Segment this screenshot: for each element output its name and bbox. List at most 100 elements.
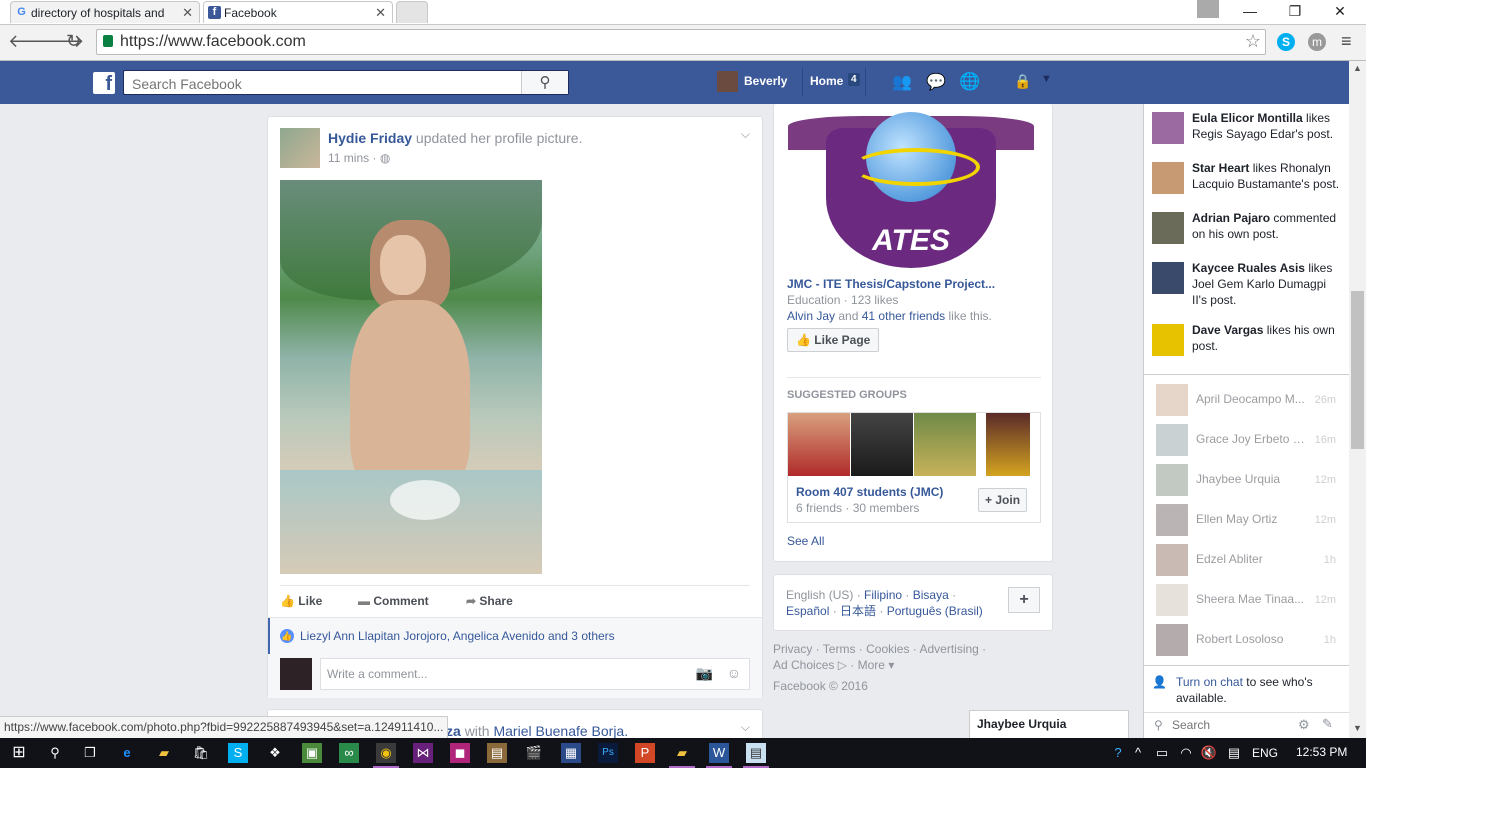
scroll-thumb[interactable] xyxy=(1351,291,1364,449)
minimize-icon[interactable]: — xyxy=(1227,0,1273,24)
footer-links[interactable]: Privacy · Terms · Cookies · Advertising … xyxy=(773,641,1053,657)
chat-contact[interactable]: Sheera Mae Tinaa... 12m xyxy=(1152,582,1342,618)
post-options-chevron-icon[interactable]: ⌵ xyxy=(741,127,750,142)
more-link[interactable]: More xyxy=(858,658,885,672)
scroll-down-icon[interactable]: ▼ xyxy=(1353,723,1362,733)
chrome-icon[interactable]: ◉ xyxy=(376,743,396,763)
privacy-lock-icon[interactable]: 🔒 xyxy=(1014,73,1031,90)
search-input[interactable] xyxy=(130,75,524,93)
compose-icon[interactable]: ✎ xyxy=(1322,716,1333,732)
photoshop-icon[interactable]: Ps xyxy=(598,743,618,763)
chat-tab[interactable]: Jhaybee Urquia xyxy=(969,710,1129,738)
store-icon[interactable]: 🛍 xyxy=(191,743,211,763)
chat-contact[interactable]: Grace Joy Erbeto S... 16m xyxy=(1152,422,1342,458)
language-option[interactable]: Português (Brasil) xyxy=(887,604,983,618)
app-icon[interactable]: ◼ xyxy=(450,743,470,763)
chat-contact[interactable]: Jhaybee Urquia 12m xyxy=(1152,462,1342,498)
url-input[interactable]: https://www.facebook.com ☆ xyxy=(96,29,1266,55)
group-name-link[interactable]: Room 407 students (JMC) xyxy=(796,485,943,499)
like-page-button[interactable]: 👍 Like Page xyxy=(787,328,880,352)
post-timestamp[interactable]: 11 mins xyxy=(328,151,369,165)
messages-icon[interactable]: 💬 xyxy=(926,72,946,92)
tab-google-search[interactable]: G directory of hospitals and ✕ xyxy=(10,1,200,23)
chevron-up-icon[interactable]: ^ xyxy=(1128,743,1148,763)
friend-link[interactable]: Alvin Jay xyxy=(787,309,835,323)
add-language-button[interactable]: + xyxy=(1008,587,1040,613)
close-icon[interactable]: ✕ xyxy=(375,2,386,23)
chat-contact[interactable]: Edzel Abliter 1h xyxy=(1152,542,1342,578)
wifi-icon[interactable]: ◠ xyxy=(1176,743,1196,763)
gear-icon[interactable]: ⚙ xyxy=(1298,717,1310,733)
edge-icon[interactable]: e xyxy=(117,743,137,763)
chat-contact[interactable]: Robert Losoloso 1h xyxy=(1152,622,1342,658)
window-close-icon[interactable]: ✕ xyxy=(1317,0,1363,24)
camera-icon[interactable]: 📷 xyxy=(696,665,713,682)
input-language[interactable]: ENG xyxy=(1252,746,1278,760)
extension-icon[interactable]: m xyxy=(1308,33,1326,51)
clock[interactable]: 12:53 PM xyxy=(1296,745,1347,759)
tripadvisor-icon[interactable]: ∞ xyxy=(339,743,359,763)
word-icon[interactable]: W xyxy=(709,743,729,763)
join-group-button[interactable]: + Join xyxy=(978,488,1028,512)
language-option[interactable]: 日本語 xyxy=(840,604,876,618)
movies-icon[interactable]: 🎬 xyxy=(524,743,544,763)
facebook-search[interactable]: ⚲ xyxy=(123,70,569,95)
bookmark-star-icon[interactable]: ☆ xyxy=(1245,31,1261,52)
notepad-icon[interactable]: ▤ xyxy=(746,743,766,763)
volume-muted-icon[interactable]: 🔇 xyxy=(1199,743,1219,763)
turn-on-chat-link[interactable]: Turn on chat xyxy=(1176,675,1243,689)
menu-icon[interactable]: ≡ xyxy=(1341,31,1352,52)
comment-field[interactable]: Write a comment... 📷 ☺ xyxy=(320,658,750,690)
language-option[interactable]: Español xyxy=(786,604,829,618)
facebook-logo-icon[interactable]: f xyxy=(93,72,115,95)
next-post-tagged[interactable]: Mariel Buenafe Borja. xyxy=(493,723,628,739)
see-all-link[interactable]: See All xyxy=(787,534,824,548)
minecraft-icon[interactable]: ▣ xyxy=(302,743,322,763)
powerpoint-icon[interactable]: P xyxy=(635,743,655,763)
page-name-link[interactable]: JMC - ITE Thesis/Capstone Project... xyxy=(787,277,995,291)
folder-icon[interactable]: ▰ xyxy=(672,743,692,763)
chat-contact[interactable]: April Deocampo M... 26m xyxy=(1152,382,1342,418)
others-link[interactable]: 41 other friends xyxy=(862,309,945,323)
notifications-icon[interactable]: ▤ xyxy=(1224,743,1244,763)
battery-icon[interactable]: ▭ xyxy=(1152,743,1172,763)
comment-button[interactable]: ▬ Comment xyxy=(358,594,429,608)
close-icon[interactable]: ✕ xyxy=(182,2,193,23)
profile-icon[interactable] xyxy=(1197,0,1219,18)
notifications-globe-icon[interactable]: 🌐 xyxy=(959,72,980,92)
ad-choices-link[interactable]: Ad Choices xyxy=(773,658,834,672)
page-scrollbar[interactable]: ▲ ▼ xyxy=(1349,61,1366,738)
avatar[interactable] xyxy=(280,128,320,168)
language-option[interactable]: Bisaya xyxy=(913,588,949,602)
file-explorer-icon[interactable]: ▰ xyxy=(154,743,174,763)
language-option[interactable]: Filipino xyxy=(864,588,902,602)
post-options-chevron-icon[interactable]: ⌵ xyxy=(741,720,750,735)
scroll-up-icon[interactable]: ▲ xyxy=(1353,63,1362,73)
like-button[interactable]: 👍 Like xyxy=(280,594,322,608)
chevron-down-icon[interactable]: ▼ xyxy=(1041,73,1052,85)
emoji-icon[interactable]: ☺ xyxy=(727,665,741,681)
profile-link[interactable]: Beverly xyxy=(744,74,787,88)
page-logo[interactable]: ATES xyxy=(788,108,1034,270)
search-icon[interactable]: ⚲ xyxy=(521,71,568,94)
chat-search-input[interactable] xyxy=(1170,717,1294,733)
skype-icon[interactable]: S xyxy=(228,743,248,763)
friend-requests-icon[interactable]: 👥 xyxy=(892,72,912,92)
skype-extension-icon[interactable]: S xyxy=(1277,33,1295,51)
profile-photo[interactable] xyxy=(280,180,542,574)
chat-contact[interactable]: Ellen May Ortiz 12m xyxy=(1152,502,1342,538)
share-button[interactable]: ➦ Share xyxy=(466,594,513,608)
reload-icon[interactable]: ↻ xyxy=(66,31,81,51)
dropbox-icon[interactable]: ❖ xyxy=(265,743,285,763)
windows-start-icon[interactable]: ⊞ xyxy=(9,743,29,763)
app-icon[interactable]: ▤ xyxy=(487,743,507,763)
help-icon[interactable]: ? xyxy=(1108,743,1128,763)
tab-facebook[interactable]: f Facebook ✕ xyxy=(203,1,393,23)
likers-link[interactable]: Liezyl Ann Llapitan Jorojoro, Angelica A… xyxy=(300,629,615,643)
app-icon[interactable]: ▦ xyxy=(561,743,581,763)
visual-studio-icon[interactable]: ⋈ xyxy=(413,743,433,763)
task-view-icon[interactable]: ❐ xyxy=(80,743,100,763)
restore-icon[interactable]: ❐ xyxy=(1272,0,1318,24)
home-link[interactable]: Home xyxy=(810,74,843,88)
search-icon[interactable]: ⚲ xyxy=(45,743,65,763)
